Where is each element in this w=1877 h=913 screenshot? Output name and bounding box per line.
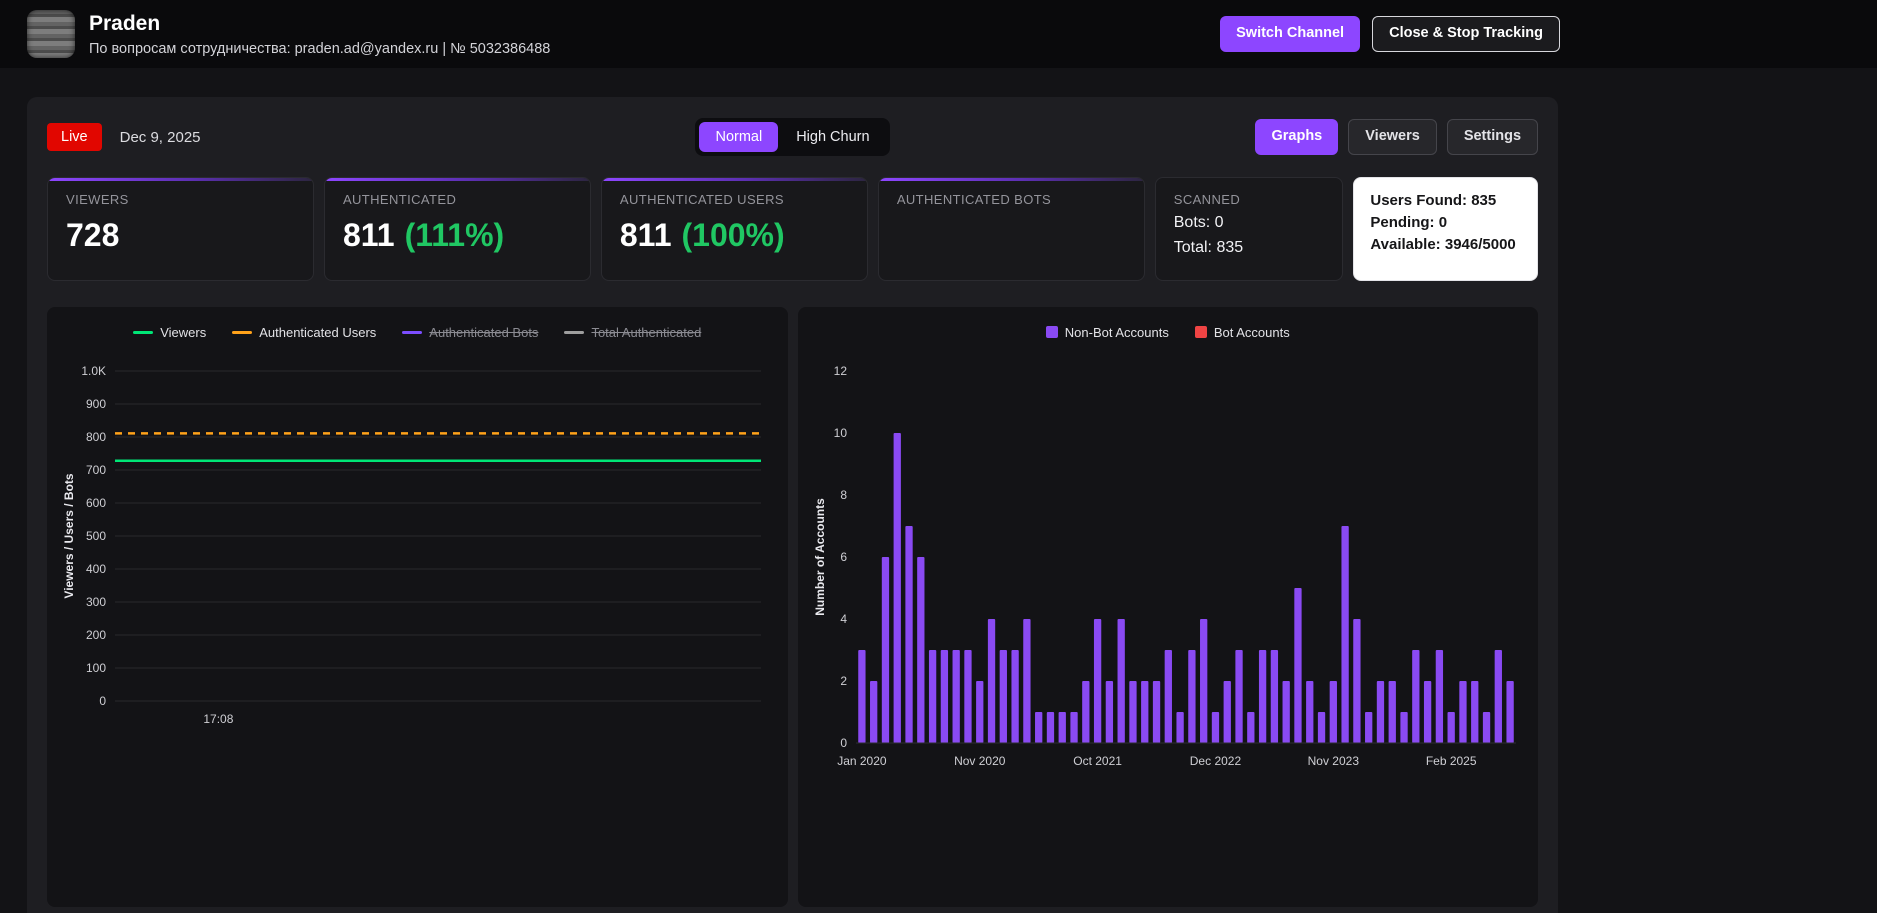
svg-text:1.0K: 1.0K [81,364,106,378]
scanned-bots-line: Bots: 0 [1173,214,1224,231]
date-label: Dec 9, 2025 [119,128,201,146]
channel-title: Praden [89,12,161,36]
mode-normal-button[interactable]: Normal [699,122,779,152]
viewers-line-chart-panel: Viewers Authenticated Users Authenticated … [47,307,788,907]
viewers-card-value: 728 [66,217,120,253]
close-stop-tracking-button[interactable]: Close & Stop Tracking [1372,16,1560,52]
svg-text:200: 200 [86,628,106,642]
summary-available: Available: 3946/5000 [1370,235,1516,253]
authenticated-bots-card: AUTHENTICATED BOTS [877,177,1145,281]
legend-label: Authenticated Users [259,324,377,340]
bar-chart-legend: Non-Bot Accounts Bot Accounts [810,319,1527,345]
legend-item-viewers[interactable]: Viewers [133,325,206,340]
authenticated-bots-card-label: AUTHENTICATED BOTS [896,192,1052,207]
svg-text:Viewers / Users / Bots: Viewers / Users / Bots [62,473,76,599]
authenticated-users-card-label: AUTHENTICATED USERS [619,192,784,207]
scanned-total-line: Total: 835 [1173,239,1244,256]
switch-channel-button[interactable]: Switch Channel [1220,16,1361,52]
svg-text:300: 300 [86,595,106,609]
svg-text:400: 400 [86,562,106,576]
channel-avatar [27,10,75,58]
svg-text:500: 500 [86,529,106,543]
svg-text:Oct 2021: Oct 2021 [1073,754,1122,768]
svg-text:Nov 2023: Nov 2023 [1307,754,1359,768]
svg-text:Feb 2025: Feb 2025 [1425,754,1476,768]
legend-label: Viewers [160,324,207,340]
accounts-bar-chart: 0 2 4 6 8 10 12 Jan 2020 Nov 2020 Oct 2021 Dec 202… [813,364,1516,768]
line-chart-legend: Viewers Authenticated Users Authenticated … [59,319,776,345]
svg-text:600: 600 [86,496,106,510]
svg-text:0: 0 [99,694,106,708]
authenticated-card-value: 811 (111%) [343,217,572,254]
tab-viewers-button[interactable]: Viewers [1348,119,1437,155]
viewers-card: VIEWERS 728 [47,177,314,281]
authenticated-users-percent: (100%) [681,217,785,253]
authenticated-card: AUTHENTICATED 811 (111%) [323,177,591,281]
legend-item-bot-accounts[interactable]: Bot Accounts [1194,324,1290,340]
tab-settings-button[interactable]: Settings [1446,119,1539,155]
svg-text:8: 8 [840,488,847,502]
svg-text:800: 800 [86,430,106,444]
legend-label: Non-Bot Accounts [1064,324,1169,340]
svg-text:Nov 2020: Nov 2020 [954,754,1006,768]
authenticated-percent: (111%) [404,217,505,253]
scanned-card: SCANNED Bots: 0 Total: 835 [1154,177,1344,281]
authenticated-value: 811 [342,217,395,253]
charts-row: Viewers Authenticated Users Authenticated … [47,307,1538,907]
authenticated-users-card: AUTHENTICATED USERS 811 (100%) [600,177,868,281]
legend-item-total-authenticated[interactable]: Total Authenticated [564,325,701,340]
svg-text:4: 4 [840,612,847,626]
accounts-bar-chart-panel: Non-Bot Accounts Bot Accounts 0 2 4 6 8 10 12 Ja… [797,307,1538,907]
legend-swatch [1045,326,1058,338]
legend-swatch [232,330,253,334]
channel-info: Praden По вопросам сотрудничества: prade… [27,10,550,58]
toolbar: Live Dec 9, 2025 Normal High Churn Graph… [47,117,1539,157]
svg-text:2: 2 [840,674,847,688]
legend-label: Authenticated Bots [429,324,539,340]
svg-text:6: 6 [840,550,847,564]
authenticated-users-card-value: 811 (100%) [620,217,849,254]
legend-label: Total Authenticated [591,324,702,340]
svg-text:12: 12 [833,364,847,378]
viewers-card-label: VIEWERS [66,192,129,207]
svg-text:Number of Accounts: Number of Accounts [813,498,827,616]
legend-swatch [564,330,585,334]
stats-row: VIEWERS 728 AUTHENTICATED 811 (111%) AUTH… [47,177,1538,281]
viewers-line-chart: 0 100 200 300 400 500 600 700 800 900 1.0K 17:08 Vie… [62,364,761,726]
tab-graphs-button[interactable]: Graphs [1255,119,1339,155]
legend-label: Bot Accounts [1213,324,1290,340]
main-panel: Live Dec 9, 2025 Normal High Churn Graph… [27,97,1558,913]
legend-swatch [402,330,423,334]
legend-item-authenticated-users[interactable]: Authenticated Users [232,325,376,340]
legend-item-authenticated-bots[interactable]: Authenticated Bots [402,325,538,340]
svg-text:900: 900 [86,397,106,411]
authenticated-users-value: 811 [619,217,672,253]
svg-text:10: 10 [833,426,847,440]
channel-subtitle: По вопросам сотрудничества: praden.ad@ya… [89,40,551,57]
svg-text:100: 100 [86,661,106,675]
live-badge: Live [47,123,102,151]
summary-card: Users Found: 835 Pending: 0 Available: 3… [1353,177,1538,281]
authenticated-card-label: AUTHENTICATED [342,192,457,207]
svg-text:Jan 2020: Jan 2020 [837,754,887,768]
app-header: Praden По вопросам сотрудничества: prade… [0,0,1877,68]
mode-high-churn-button[interactable]: High Churn [780,122,885,152]
legend-swatch [133,330,154,334]
svg-text:Dec 2022: Dec 2022 [1189,754,1241,768]
svg-text:0: 0 [840,736,847,750]
summary-pending: Pending: 0 [1370,213,1448,231]
legend-item-non-bot-accounts[interactable]: Non-Bot Accounts [1045,324,1169,340]
legend-swatch [1194,326,1207,338]
svg-text:17:08: 17:08 [203,712,233,726]
scanned-card-label: SCANNED [1173,192,1241,207]
mode-toggle: Normal High Churn [695,118,890,156]
summary-users-found: Users Found: 835 [1370,192,1497,209]
svg-text:700: 700 [86,463,106,477]
